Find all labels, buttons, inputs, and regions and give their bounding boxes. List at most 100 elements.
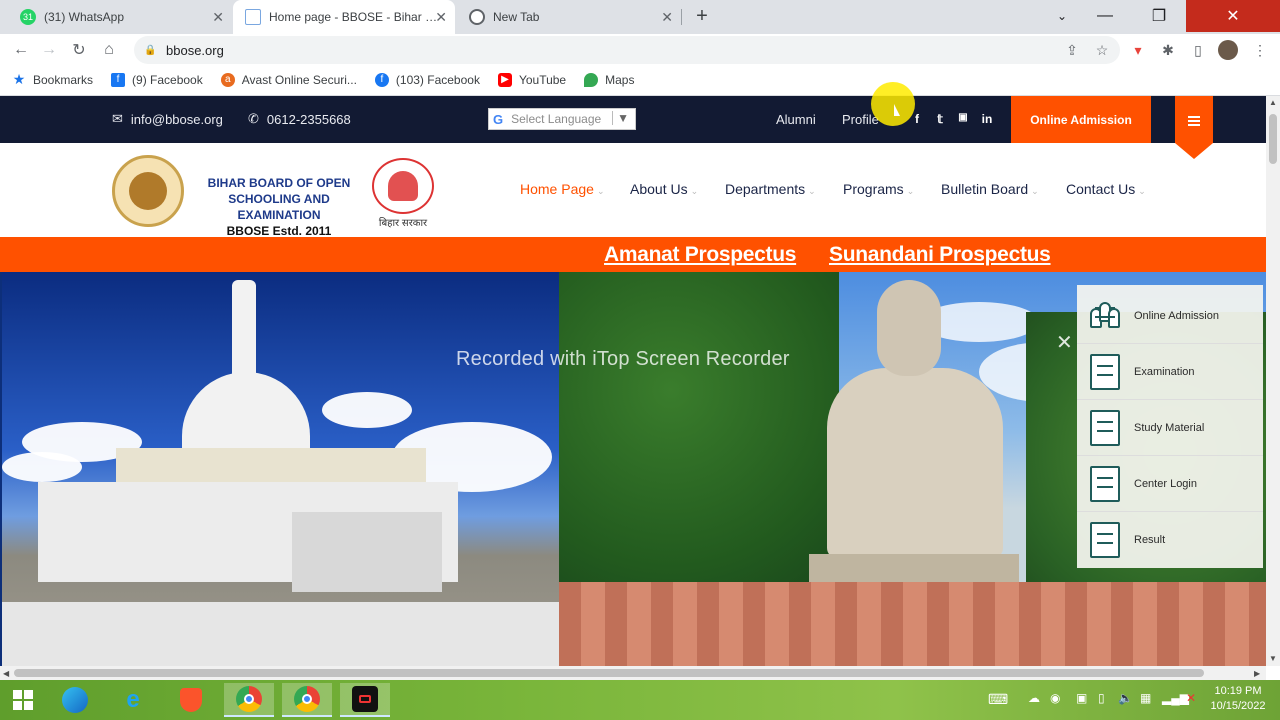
camera-icon[interactable]: ▣ [1076,691,1087,705]
share-icon[interactable]: ⇪ [1062,40,1082,60]
notification-error-icon[interactable]: ✕ [1186,691,1196,705]
linkedin-icon[interactable]: in [980,112,994,126]
minimize-button[interactable]: — [1082,0,1128,32]
clock-time: 10:19 PM [1214,685,1262,697]
side-panel-icon[interactable]: ▯ [1188,40,1208,60]
bookmarks-bar: ★ Bookmarks f (9) Facebook a Avast Onlin… [0,64,1280,96]
document-icon [1090,353,1120,390]
people-icon [1090,298,1120,334]
url-text: bbose.org [166,42,224,58]
bookmark-item[interactable]: ▶ YouTube [497,72,566,87]
vertical-scrollbar[interactable]: ▲ ▼ [1266,96,1280,666]
address-bar[interactable]: 🔒 bbose.org [134,36,1120,64]
language-select[interactable]: G Select Language ▼ [488,108,636,130]
reload-icon[interactable]: ↻ [68,39,90,61]
bookmark-star-icon[interactable]: ☆ [1092,40,1112,60]
scroll-up-icon[interactable]: ▲ [1269,98,1277,107]
forward-icon[interactable]: → [38,39,60,61]
close-icon[interactable]: ✕ [661,9,673,26]
recorder-tray-icon[interactable]: ◉ [1050,691,1060,705]
quick-center-login[interactable]: Center Login [1077,456,1263,512]
scroll-right-icon[interactable]: ▶ [1254,669,1260,678]
screen-recorder-app[interactable] [340,683,390,717]
extension-shield-icon[interactable]: ▾ [1128,40,1148,60]
tab-search-icon[interactable]: ⌄ [1039,0,1085,32]
bookmark-item[interactable]: f (103) Facebook [374,72,480,87]
more-menu-icon[interactable]: ⋮ [1250,40,1270,60]
chrome-app[interactable] [224,683,274,717]
brave-icon [180,688,202,712]
start-button[interactable] [0,683,46,717]
menu-tab-pointer [1175,143,1213,159]
restore-button[interactable]: ❐ [1136,0,1182,32]
whatsapp-icon: 31 [20,9,36,25]
nav-contact-us[interactable]: Contact Us ⌄ [1066,181,1146,197]
hamburger-icon [1188,116,1200,126]
sunandani-prospectus-link[interactable]: Sunandani Prospectus [829,243,1051,267]
prospectus-bar: Amanat Prospectus Sunandani Prospectus [0,237,1266,272]
battery-icon[interactable]: ▯ [1098,691,1105,705]
twitter-icon[interactable]: 𝕥 [933,112,947,126]
nav-home-page[interactable]: Home Page ⌄ [520,181,604,197]
bookmark-item[interactable]: ★ Bookmarks [12,71,93,87]
browser-toolbar: ← → ↻ ⌂ 🔒 bbose.org ⇪ ☆ ▾ ✱ ▯ ⋮ [0,34,1280,64]
nav-about-us[interactable]: About Us ⌄ [630,181,698,197]
brave-app[interactable] [166,683,216,717]
quick-result[interactable]: Result [1077,512,1263,568]
nav-label: Programs [843,181,904,197]
signal-icon[interactable]: ▂▄▆ [1162,691,1189,705]
internet-explorer-app[interactable]: e [108,683,158,717]
scroll-down-icon[interactable]: ▼ [1269,654,1277,663]
scroll-thumb[interactable] [1269,114,1277,164]
chevron-down-icon: ⌄ [1031,186,1039,196]
facebook-icon: f [374,72,389,87]
horizontal-scrollbar[interactable]: ◀ ▶ [0,666,1266,680]
chrome-profile-app[interactable] [282,683,332,717]
online-admission-button[interactable]: Online Admission [1011,96,1151,143]
bookmark-item[interactable]: Maps [584,72,634,87]
tab-separator [681,9,682,25]
nav-programs[interactable]: Programs ⌄ [843,181,914,197]
phone-contact[interactable]: ✆ 0612-2355668 [248,111,351,127]
scroll-thumb[interactable] [14,669,1204,677]
edge-app[interactable] [50,683,100,717]
avatar[interactable] [1218,40,1238,60]
nav-label: About Us [630,181,688,197]
nav-bulletin-board[interactable]: Bulletin Board ⌄ [941,181,1039,197]
quick-study-material[interactable]: Study Material [1077,400,1263,456]
quick-online-admission[interactable]: Online Admission [1077,288,1263,344]
alumni-link[interactable]: Alumni [776,112,816,127]
home-icon[interactable]: ⌂ [98,39,120,61]
nav-departments[interactable]: Departments ⌄ [725,181,816,197]
back-icon[interactable]: ← [10,39,32,61]
bookmark-item[interactable]: a Avast Online Securi... [220,72,357,87]
amanat-prospectus-link[interactable]: Amanat Prospectus [604,243,796,267]
menu-toggle-button[interactable] [1175,96,1213,146]
extensions-icon[interactable]: ✱ [1158,40,1178,60]
tab-new-tab[interactable]: New Tab ✕ [457,0,681,34]
quick-examination[interactable]: Examination [1077,344,1263,400]
close-icon[interactable]: ✕ [435,9,447,26]
tab-bbose[interactable]: Home page - BBOSE - Bihar Boa ✕ [233,0,455,34]
scroll-left-icon[interactable]: ◀ [3,669,9,678]
chevron-down-icon: ⌄ [690,186,699,196]
tab-whatsapp[interactable]: 31 (31) WhatsApp ✕ [8,0,232,34]
close-icon[interactable]: ✕ [1056,330,1073,355]
close-window-button[interactable]: ✕ [1186,0,1280,32]
google-icon: G [493,111,504,127]
keyboard-icon[interactable]: ⌨ [988,691,1008,708]
cloud-icon[interactable]: ☁ [1028,691,1040,705]
email-contact[interactable]: ✉ info@bbose.org [112,111,223,127]
network-icon[interactable]: ▦ [1140,691,1151,705]
close-icon[interactable]: ✕ [212,9,224,26]
avast-icon: a [220,72,235,87]
quick-link-label: Center Login [1134,477,1197,490]
bookmark-item[interactable]: f (9) Facebook [111,72,203,87]
system-clock[interactable]: 10:19 PM 10/15/2022 [1210,684,1266,714]
volume-icon[interactable]: 🔈 [1118,691,1133,705]
new-tab-button[interactable]: + [690,5,714,28]
bbose-logo[interactable] [112,155,184,227]
youtube-icon[interactable]: ▣ [956,112,970,123]
seal-caption: बिहार सरकार [378,218,428,229]
brand-line-2: SCHOOLING AND EXAMINATION [228,192,330,222]
